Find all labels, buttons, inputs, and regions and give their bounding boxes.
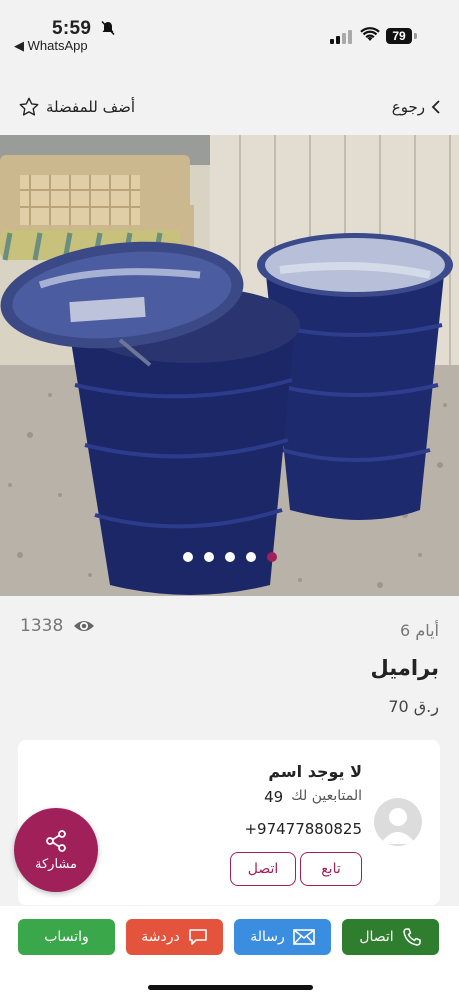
followers-count: 49 xyxy=(264,788,284,806)
star-icon xyxy=(19,97,39,116)
share-button[interactable]: مشاركة xyxy=(14,808,98,892)
envelope-icon xyxy=(292,929,315,945)
barrels-image xyxy=(0,135,459,596)
gallery-dot[interactable] xyxy=(203,552,214,562)
phone-icon xyxy=(402,928,421,946)
avatar[interactable] xyxy=(374,798,422,846)
message-button[interactable]: رسالة xyxy=(234,919,331,955)
status-time: 5:59 xyxy=(52,18,92,39)
views-value: 1338 xyxy=(20,616,64,636)
followers-label: المتابعين لك xyxy=(291,788,362,804)
chevron-left-icon xyxy=(431,100,440,114)
signal-icon xyxy=(330,30,352,44)
gallery-dot[interactable] xyxy=(224,552,235,562)
share-icon xyxy=(46,829,66,852)
share-label: مشاركة xyxy=(35,856,77,872)
bell-muted-icon xyxy=(101,20,115,36)
status-bar: 5:59 ◀ WhatsApp 79 xyxy=(0,0,459,60)
top-nav: أضف للمفضلة رجوع xyxy=(0,88,459,128)
gallery-dot-active[interactable] xyxy=(266,552,277,562)
chat-label: دردشة xyxy=(141,929,180,945)
eye-icon xyxy=(74,621,95,631)
user-placeholder-icon xyxy=(380,808,416,844)
call-button[interactable]: اتصال xyxy=(342,919,439,955)
add-to-favorites-button[interactable]: أضف للمفضلة xyxy=(18,96,135,118)
battery-icon: 79 xyxy=(386,28,412,44)
chat-button[interactable]: دردشة xyxy=(126,919,223,955)
home-indicator xyxy=(148,985,313,990)
gallery-dot[interactable] xyxy=(245,552,256,562)
favorites-label: أضف للمفضلة xyxy=(46,98,136,116)
gallery-indicator xyxy=(0,552,459,562)
followers: المتابعين لك 49 xyxy=(264,788,362,806)
back-label: رجوع xyxy=(391,98,425,116)
listing-title: براميل xyxy=(370,656,439,680)
listing-photo[interactable] xyxy=(0,135,459,596)
listing-age: 6 أيام xyxy=(400,621,439,640)
message-label: رسالة xyxy=(250,929,285,945)
seller-phone[interactable]: +97477880825 xyxy=(244,820,362,838)
seller-name: لا يوجد اسم xyxy=(268,762,362,781)
contact-button[interactable]: اتصل xyxy=(230,852,296,886)
battery-tip xyxy=(414,33,417,39)
back-to-whatsapp[interactable]: ◀ WhatsApp xyxy=(14,38,88,54)
back-button[interactable]: رجوع xyxy=(392,98,441,116)
follow-button[interactable]: تابع xyxy=(300,852,362,886)
call-label: اتصال xyxy=(359,929,394,945)
whatsapp-button[interactable]: واتساب xyxy=(18,919,115,955)
wifi-icon xyxy=(360,27,380,41)
views-count: 1338 xyxy=(20,616,95,636)
listing-price: 70 ر.ق xyxy=(388,697,439,716)
whatsapp-label: واتساب xyxy=(44,929,89,945)
gallery-dot[interactable] xyxy=(182,552,193,562)
chat-bubble-icon xyxy=(188,929,207,945)
